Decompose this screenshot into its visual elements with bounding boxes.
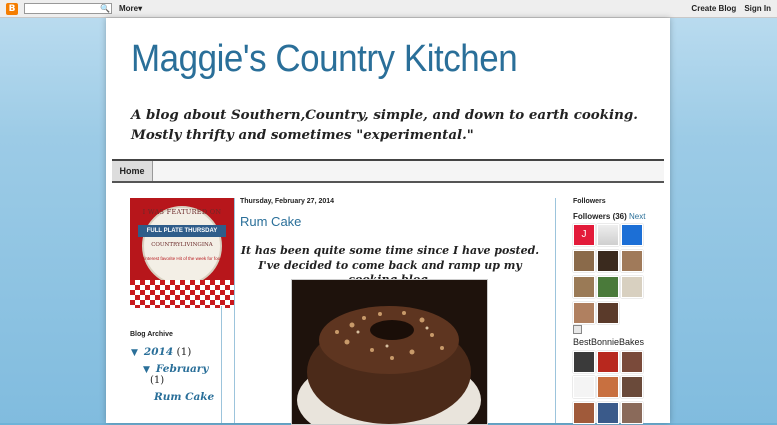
- badge-line4: Pinterest favorite Hit of the week for f…: [141, 256, 223, 261]
- magnifier-icon[interactable]: 🔍: [100, 4, 110, 13]
- broken-image-icon: [573, 325, 582, 334]
- blog-archive-title: Blog Archive: [130, 331, 173, 338]
- more-menu-button[interactable]: More▾: [119, 4, 142, 13]
- follower-avatar[interactable]: [573, 402, 595, 424]
- followers-count: Followers (36) Next: [573, 212, 645, 221]
- tab-home[interactable]: Home: [112, 161, 153, 181]
- rum-cake-photo-graphic: [292, 280, 487, 424]
- follower-avatar[interactable]: [621, 276, 643, 298]
- page-tabs: Home: [112, 159, 664, 183]
- follower-avatar[interactable]: [597, 376, 619, 398]
- follower-avatar[interactable]: [573, 250, 595, 272]
- archive-month-item[interactable]: ▼ February: [143, 363, 208, 375]
- followers-count-label: Followers (36): [573, 212, 627, 221]
- blogger-navbar: B 🔍 More▾ Create Blog Sign In: [0, 0, 777, 18]
- follower-avatar[interactable]: [621, 351, 643, 373]
- blog-container: Maggie's Country Kitchen A blog about So…: [106, 18, 670, 425]
- blogger-logo-icon[interactable]: B: [6, 3, 18, 15]
- follower-avatar[interactable]: [573, 351, 595, 373]
- followers-next-link[interactable]: Next: [629, 212, 645, 221]
- navbar-account-links: Create Blog Sign In: [683, 4, 771, 13]
- follower-avatar[interactable]: [621, 402, 643, 424]
- badge-line3: COUNTRYLIVINGINA: [151, 242, 213, 248]
- column-divider-left: [234, 198, 235, 423]
- follower-avatar[interactable]: [597, 351, 619, 373]
- badge-line1: I WAS FEATURED ON: [142, 208, 222, 216]
- archive-year-count: (1): [176, 346, 192, 358]
- follower-avatar[interactable]: [573, 302, 595, 324]
- blog-title[interactable]: Maggie's Country Kitchen: [131, 38, 518, 81]
- caret-down-icon: ▾: [138, 4, 143, 13]
- sidebar-divider: [221, 306, 222, 423]
- follower-broken-image[interactable]: BestBonnieBakes: [573, 325, 644, 348]
- badge-ribbon: FULL PLATE THURSDAY: [138, 225, 226, 237]
- follower-avatar[interactable]: J: [573, 224, 595, 246]
- follower-avatar[interactable]: [621, 224, 643, 246]
- featured-badge-image[interactable]: I WAS FEATURED ON FULL PLATE THURSDAY CO…: [130, 198, 234, 308]
- archive-post-link[interactable]: Rum Cake: [154, 391, 214, 403]
- follower-avatar[interactable]: [597, 224, 619, 246]
- follower-avatar[interactable]: [597, 276, 619, 298]
- follower-avatar[interactable]: [597, 402, 619, 424]
- triangle-down-icon[interactable]: ▼: [131, 348, 138, 358]
- followers-widget-title: Followers: [573, 198, 606, 205]
- follower-avatar[interactable]: [573, 276, 595, 298]
- follower-avatar[interactable]: [621, 250, 643, 272]
- post-title[interactable]: Rum Cake: [240, 214, 301, 229]
- create-blog-link[interactable]: Create Blog: [691, 4, 736, 13]
- more-label: More: [119, 4, 139, 13]
- archive-month-link[interactable]: February: [156, 363, 209, 375]
- archive-month-count: (1): [150, 375, 165, 386]
- post-date: Thursday, February 27, 2014: [240, 198, 335, 205]
- follower-avatar[interactable]: [597, 250, 619, 272]
- follower-name: BestBonnieBakes: [573, 337, 645, 347]
- triangle-down-icon[interactable]: ▼: [143, 365, 150, 375]
- blog-description: A blog about Southern,Country, simple, a…: [131, 107, 638, 143]
- archive-year-link[interactable]: 2014: [144, 346, 173, 358]
- sign-in-link[interactable]: Sign In: [744, 4, 771, 13]
- gingham-pattern: [130, 280, 234, 308]
- rum-cake-photo[interactable]: [291, 279, 488, 425]
- follower-avatar[interactable]: [597, 302, 619, 324]
- follower-avatar[interactable]: [573, 376, 595, 398]
- archive-year-item[interactable]: ▼ 2014 (1): [131, 346, 191, 358]
- follower-avatar[interactable]: [621, 376, 643, 398]
- column-divider-right: [555, 198, 556, 423]
- navbar-search-input[interactable]: 🔍: [24, 3, 112, 14]
